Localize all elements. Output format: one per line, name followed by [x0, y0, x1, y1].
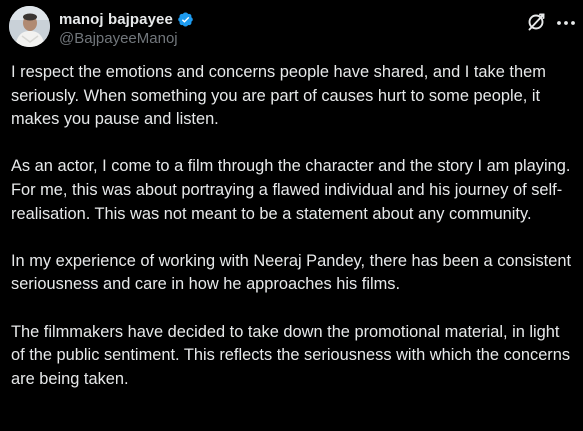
- display-name[interactable]: manoj bajpayee: [59, 11, 173, 28]
- post-header: manoj bajpayee @BajpayeeManoj: [9, 6, 583, 50]
- handle[interactable]: @BajpayeeManoj: [59, 30, 194, 47]
- post-paragraph-4: The filmmakers have decided to take down…: [11, 322, 571, 388]
- author-names: manoj bajpayee @BajpayeeManoj: [59, 9, 194, 47]
- post-paragraph-3: In my experience of working with Neeraj …: [11, 251, 572, 294]
- verified-badge-icon: [177, 11, 194, 28]
- more-icon[interactable]: [555, 14, 577, 32]
- post-paragraph-2: As an actor, I come to a film through th…: [11, 157, 571, 223]
- post: manoj bajpayee @BajpayeeManoj I respect …: [0, 0, 583, 431]
- post-text: I respect the emotions and concerns peop…: [11, 61, 577, 391]
- grok-icon[interactable]: [525, 11, 547, 33]
- display-name-row: manoj bajpayee: [59, 9, 194, 29]
- avatar[interactable]: [9, 6, 50, 47]
- post-paragraph-1: I respect the emotions and concerns peop…: [11, 63, 546, 129]
- avatar-image: [9, 6, 50, 47]
